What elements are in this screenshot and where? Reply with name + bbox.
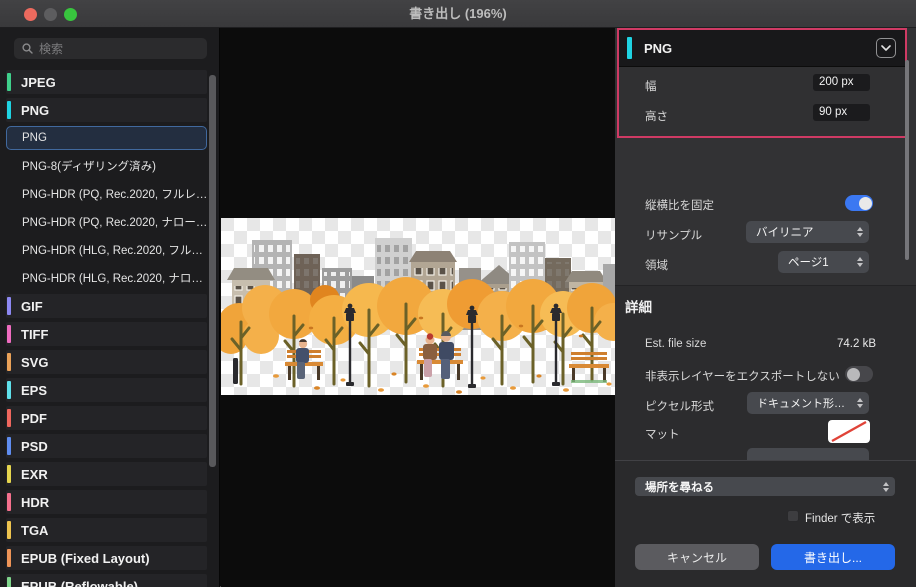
format-color-bar xyxy=(7,493,11,511)
preset-png-selected[interactable]: PNG xyxy=(6,126,207,150)
pixel-format-label: ピクセル形式 xyxy=(645,398,714,414)
width-label: 幅 xyxy=(645,78,657,94)
format-color-bar xyxy=(7,465,11,483)
format-item-jpeg[interactable]: JPEG xyxy=(6,70,207,94)
format-color-bar xyxy=(7,577,11,587)
preview-illustration xyxy=(221,218,615,395)
png-accent-bar xyxy=(627,37,632,59)
details-heading: 詳細 xyxy=(625,296,652,316)
format-item-eps[interactable]: EPS xyxy=(6,378,207,402)
lock-aspect-toggle[interactable] xyxy=(845,195,873,211)
format-item-hdr[interactable]: HDR xyxy=(6,490,207,514)
filesize-label: Est. file size xyxy=(645,338,706,350)
title-bar: 書き出し (196%) xyxy=(0,0,916,28)
updown-arrows-icon xyxy=(857,227,863,237)
pixel-format-dropdown[interactable]: ドキュメント形式を… xyxy=(747,392,869,414)
preset-png-hdr-hlg-narrow[interactable]: PNG-HDR (HLG, Rec.2020, ナロ… xyxy=(6,266,207,290)
export-options-panel: PNG 幅 200 px 高さ 90 px 縦横比を固定 リサンプル バイリニア… xyxy=(615,28,916,587)
cancel-button[interactable]: キャンセル xyxy=(635,544,759,570)
format-item-psd[interactable]: PSD xyxy=(6,434,207,458)
format-color-bar xyxy=(7,381,11,399)
format-item-exr[interactable]: EXR xyxy=(6,462,207,486)
panel-scrollbar[interactable] xyxy=(905,60,909,260)
export-button[interactable]: 書き出し... xyxy=(771,544,895,570)
sidebar-scrollbar[interactable] xyxy=(209,75,216,467)
location-dropdown[interactable]: 場所を尋ねる xyxy=(635,477,895,496)
format-color-bar xyxy=(7,73,11,91)
preset-png-hdr-pq-full[interactable]: PNG-HDR (PQ, Rec.2020, フルレ… xyxy=(6,182,207,206)
toggle-knob xyxy=(859,197,872,210)
clipped-dropdown[interactable] xyxy=(747,448,869,460)
preset-png-hdr-hlg-full[interactable]: PNG-HDR (HLG, Rec.2020, フル… xyxy=(6,238,207,262)
format-item-pdf[interactable]: PDF xyxy=(6,406,207,430)
preset-png8[interactable]: PNG-8(ディザリング済み) xyxy=(6,154,207,178)
resample-label: リサンプル xyxy=(645,227,702,243)
format-item-png[interactable]: PNG xyxy=(6,98,207,122)
search-field[interactable] xyxy=(14,38,207,59)
format-item-epub-fixed[interactable]: EPUB (Fixed Layout) xyxy=(6,546,207,570)
hidden-layers-toggle[interactable] xyxy=(845,366,873,382)
updown-arrows-icon xyxy=(857,257,863,267)
window-title: 書き出し (196%) xyxy=(0,0,916,28)
export-preview-image xyxy=(221,218,615,395)
collapse-card-button[interactable] xyxy=(876,38,896,58)
bench-left xyxy=(285,339,323,380)
lock-aspect-label: 縦横比を固定 xyxy=(645,197,714,213)
format-color-bar xyxy=(7,549,11,567)
png-card-title: PNG xyxy=(644,41,876,56)
chevron-down-icon xyxy=(881,45,891,51)
height-input[interactable]: 90 px xyxy=(813,104,870,121)
png-card-header: PNG xyxy=(619,30,905,67)
format-color-bar xyxy=(7,101,11,119)
show-in-finder-checkbox[interactable] xyxy=(787,510,799,522)
format-list: JPEG PNG PNG PNG-8(ディザリング済み) PNG-HDR (PQ… xyxy=(6,70,207,587)
width-input[interactable]: 200 px xyxy=(813,74,870,91)
format-color-bar xyxy=(7,409,11,427)
area-dropdown[interactable]: ページ1 xyxy=(778,251,869,273)
format-item-gif[interactable]: GIF xyxy=(6,294,207,318)
format-item-tiff[interactable]: TIFF xyxy=(6,322,207,346)
height-label: 高さ xyxy=(645,108,668,124)
matte-color-swatch[interactable] xyxy=(828,420,870,443)
png-format-card: PNG 幅 200 px 高さ 90 px xyxy=(617,28,907,138)
export-dialog-window: 書き出し (196%) JPEG PNG PNG PNG-8(ディザリング済み)… xyxy=(0,0,916,587)
hidden-layers-label: 非表示レイヤーをエクスポートしない xyxy=(645,368,840,384)
bench-right xyxy=(569,352,609,383)
preview-canvas xyxy=(221,28,615,587)
area-label: 領域 xyxy=(645,257,668,273)
search-input[interactable] xyxy=(39,42,201,56)
filesize-value: 74.2 kB xyxy=(837,338,876,350)
search-icon xyxy=(22,43,33,54)
toggle-knob xyxy=(847,368,860,381)
format-item-tga[interactable]: TGA xyxy=(6,518,207,542)
format-color-bar xyxy=(7,297,11,315)
format-color-bar xyxy=(7,521,11,539)
format-color-bar xyxy=(7,437,11,455)
preset-png-hdr-pq-narrow[interactable]: PNG-HDR (PQ, Rec.2020, ナロー… xyxy=(6,210,207,234)
no-color-icon xyxy=(828,420,870,443)
show-in-finder-label: Finder で表示 xyxy=(805,510,875,526)
updown-arrows-icon xyxy=(857,398,863,408)
format-color-bar xyxy=(7,325,11,343)
format-color-bar xyxy=(7,353,11,371)
updown-arrows-icon xyxy=(883,482,889,492)
resample-dropdown[interactable]: バイリニア xyxy=(746,221,869,243)
format-item-epub-reflow[interactable]: EPUB (Reflowable) xyxy=(6,574,207,587)
format-sidebar: JPEG PNG PNG PNG-8(ディザリング済み) PNG-HDR (PQ… xyxy=(0,28,220,587)
format-item-svg[interactable]: SVG xyxy=(6,350,207,374)
matte-label: マット xyxy=(645,426,680,442)
